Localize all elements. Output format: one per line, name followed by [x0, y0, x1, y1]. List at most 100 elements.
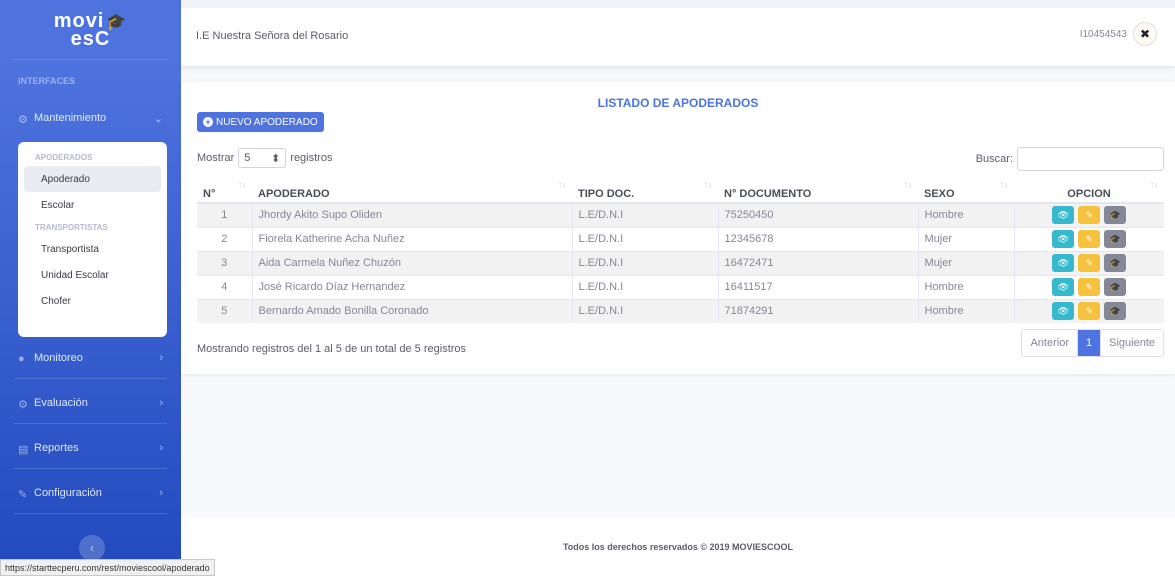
submenu-item-escolar[interactable]: Escolar [24, 192, 161, 218]
cell-apoderado: Aida Carmela Nuñez Chuzón [251, 250, 572, 275]
page-length-control: Mostrar 5 ⬍ registros [197, 148, 332, 168]
cell-opcion: 👁 ✎ 🎓 [1013, 202, 1164, 227]
cell-opcion: 👁 ✎ 🎓 [1013, 274, 1164, 299]
chevron-right-icon: › [159, 487, 163, 499]
sidebar-divider [14, 423, 167, 424]
cell-number: 3 [197, 250, 252, 275]
pagination-page-1[interactable]: 1 [1077, 330, 1102, 356]
table-row: 2 Fiorela Katherine Acha Nuñez L.E/D.N.I… [197, 226, 1164, 251]
sidebar-item-label: Monitoreo [34, 352, 83, 364]
eye-icon[interactable]: 👁 [1052, 278, 1075, 296]
cell-apoderado: Jhordy Akito Supo Oliden [251, 202, 572, 227]
sidebar-item-label: Evaluación [34, 397, 88, 409]
pagination: Anterior 1 Siguiente [1021, 329, 1164, 357]
pencil-icon[interactable]: ✎ [1078, 230, 1101, 248]
sidebar-toggle-button[interactable]: ‹ [79, 535, 105, 561]
submenu-mantenimiento: APODERADOS Apoderado Escolar TRANSPORTIS… [18, 142, 167, 337]
cell-sexo: Mujer [917, 226, 1014, 251]
sidebar-item-monitoreo[interactable]: ● Monitoreo › [0, 338, 181, 378]
sidebar-heading: INTERFACES [18, 76, 76, 86]
cell-documento: 16411517 [717, 274, 918, 299]
footer-text: Todos los derechos reservados © 2019 MOV… [562, 542, 794, 552]
gear-icon: ⚙ [18, 399, 28, 411]
apoderados-table: N° ↑↓ APODERADO ↑↓ TIPO DOC. ↑↓ N° DOCUMENT… [197, 177, 1164, 323]
submenu-item-apoderado[interactable]: Apoderado [24, 166, 161, 192]
sidebar-item-evaluacion[interactable]: ⚙ Evaluación › [0, 383, 181, 423]
chevron-right-icon: › [159, 442, 163, 454]
graduation-cap-icon[interactable]: 🎓 [1104, 254, 1127, 272]
cell-opcion: 👁 ✎ 🎓 [1013, 250, 1164, 275]
sort-icon: ↑↓ [704, 180, 712, 189]
column-header[interactable]: OPCION ↑↓ [1014, 177, 1164, 204]
pencil-icon[interactable]: ✎ [1078, 302, 1101, 321]
select-arrows-icon: ⬍ [271, 152, 281, 165]
cell-number: 1 [197, 202, 252, 227]
sort-icon: ↑↓ [238, 180, 246, 189]
sidebar: movi 🎓 esC INTERFACES ⚙ Mantenimiento ⌄ ● M… [0, 0, 181, 576]
pencil-icon[interactable]: ✎ [1078, 254, 1101, 272]
new-apoderado-button[interactable]: + NUEVO APODERADO [197, 112, 324, 132]
table-row: 1 Jhordy Akito Supo Oliden L.E/D.N.I 752… [197, 202, 1164, 227]
cell-sexo: Hombre [917, 274, 1014, 299]
page-length-value: 5 [244, 152, 251, 164]
footer: Todos los derechos reservados © 2019 MOV… [181, 518, 1175, 576]
column-header[interactable]: SEXO ↑↓ [918, 177, 1014, 204]
status-bar-url: https://starttecperu.com/rest/moviescool… [0, 559, 215, 576]
page-title: LISTADO DE APODERADOS [597, 96, 759, 110]
cell-documento: 16472471 [717, 250, 918, 275]
graduation-cap-icon[interactable]: 🎓 [1104, 278, 1127, 296]
map-marker-icon: ● [18, 353, 25, 365]
eye-icon[interactable]: 👁 [1052, 206, 1075, 225]
user-name: I10454543 [1079, 28, 1127, 40]
cell-number: 2 [197, 226, 252, 251]
sidebar-item-reportes[interactable]: ▤ Reportes › [0, 428, 181, 468]
submenu-item-transportista[interactable]: Transportista [24, 236, 161, 262]
graduation-cap-icon[interactable]: 🎓 [1104, 230, 1127, 248]
sidebar-divider [14, 378, 167, 379]
cell-opcion: 👁 ✎ 🎓 [1013, 226, 1164, 251]
table-info: Mostrando registros del 1 al 5 de un tot… [197, 343, 467, 355]
user-menu[interactable]: I10454543 ✖ [1080, 22, 1157, 46]
page-length-select[interactable]: 5 ⬍ [238, 148, 287, 168]
gear-icon: ⚙ [18, 114, 28, 126]
pagination-previous[interactable]: Anterior [1022, 330, 1077, 356]
sidebar-divider [14, 468, 167, 469]
submenu-header-transportistas: TRANSPORTISTAS [35, 223, 108, 232]
cell-tipo-doc: L.E/D.N.I [571, 202, 718, 227]
search-input[interactable] [1017, 147, 1164, 171]
pagination-next[interactable]: Siguiente [1101, 330, 1163, 356]
pencil-icon[interactable]: ✎ [1078, 278, 1101, 296]
cell-tipo-doc: L.E/D.N.I [571, 226, 718, 251]
pencil-icon[interactable]: ✎ [1078, 206, 1101, 225]
column-header[interactable]: N° ↑↓ [197, 177, 252, 204]
sort-icon: ↑↓ [1150, 180, 1158, 189]
table-row: 5 Bernardo Amado Bonilla Coronado L.E/D.… [197, 298, 1164, 323]
column-header[interactable]: APODERADO ↑↓ [252, 177, 572, 204]
column-header[interactable]: N° DOCUMENTO ↑↓ [718, 177, 918, 204]
cell-number: 5 [197, 298, 252, 323]
graduation-cap-icon[interactable]: 🎓 [1104, 206, 1127, 225]
eye-icon[interactable]: 👁 [1052, 254, 1075, 272]
cell-tipo-doc: L.E/D.N.I [571, 298, 718, 323]
eye-icon[interactable]: 👁 [1052, 230, 1075, 248]
column-header[interactable]: TIPO DOC. ↑↓ [572, 177, 718, 204]
sort-icon: ↑↓ [904, 180, 912, 189]
submenu-item-unidad-escolar[interactable]: Unidad Escolar [24, 262, 161, 288]
table-row: 4 José Ricardo Díaz Hernandez L.E/D.N.I … [197, 274, 1164, 299]
chevron-down-icon: ⌄ [153, 112, 163, 125]
sidebar-item-configuracion[interactable]: ✎ Configuración › [0, 473, 181, 513]
cell-number: 4 [197, 274, 252, 299]
table-row: 3 Aida Carmela Nuñez Chuzón L.E/D.N.I 16… [197, 250, 1164, 275]
cell-documento: 12345678 [717, 226, 918, 251]
cell-apoderado: Bernardo Amado Bonilla Coronado [251, 298, 572, 323]
topbar: I.E Nuestra Señora del Rosario I10454543… [181, 0, 1175, 66]
brand[interactable]: movi 🎓 esC [12, 0, 169, 60]
submenu-item-chofer[interactable]: Chofer [24, 288, 161, 314]
brand-logo: movi 🎓 esC [54, 11, 128, 49]
graduation-cap-icon[interactable]: 🎓 [1104, 302, 1127, 321]
avatar: ✖ [1133, 22, 1157, 46]
search-control: Buscar: [976, 147, 1164, 171]
eye-icon[interactable]: 👁 [1052, 302, 1075, 321]
sidebar-item-mantenimiento[interactable]: ⚙ Mantenimiento ⌄ [0, 98, 181, 138]
chevron-left-icon: ‹ [90, 541, 94, 555]
